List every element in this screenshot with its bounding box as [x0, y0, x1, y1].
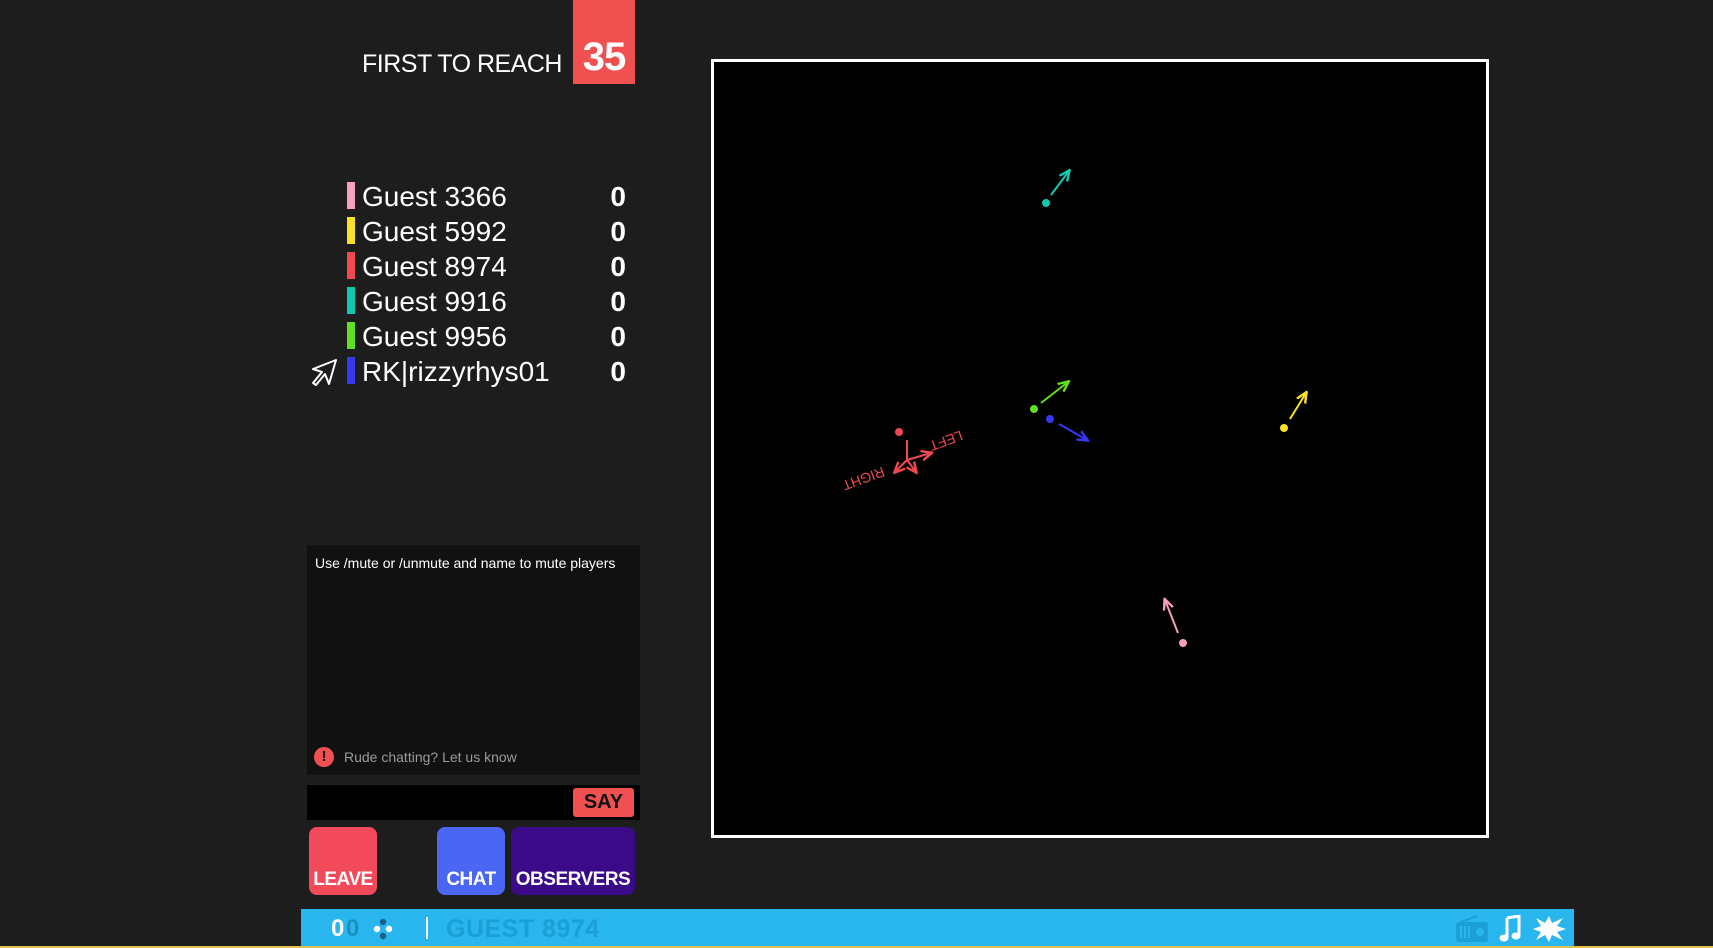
player-name: Guest 3366	[362, 181, 507, 212]
arena-canvas: LEFT RIGHT	[840, 62, 1486, 647]
player-color-swatch	[347, 217, 355, 244]
player-score: 0	[610, 286, 626, 317]
player-score: 0	[610, 251, 626, 282]
player-name: Guest 9956	[362, 321, 507, 352]
player-snake-yellow	[1280, 393, 1306, 432]
current-username: GUEST 8974	[446, 915, 600, 943]
player-row: Guest 9916 0	[306, 285, 636, 320]
player-score: 0	[610, 356, 626, 387]
player-snake-green	[1030, 382, 1068, 413]
control-hint-right: RIGHT	[840, 464, 887, 494]
player-row: Guest 8974 0	[306, 250, 636, 285]
chat-button-label: CHAT	[446, 869, 496, 890]
player-snake-red	[895, 428, 931, 472]
observers-button[interactable]: OBSERVERS	[511, 827, 635, 895]
goal-badge: 35	[573, 0, 635, 84]
player-snake-teal	[1042, 171, 1069, 207]
chat-input[interactable]	[307, 785, 569, 820]
player-row: RK|rizzyrhys01 0	[306, 355, 636, 390]
sound-effects-icon[interactable]	[1531, 915, 1567, 943]
player-row: Guest 9956 0	[306, 320, 636, 355]
control-hint-left: LEFT	[927, 428, 965, 455]
pointer-cursor-icon	[312, 359, 337, 386]
game-arena[interactable]: LEFT RIGHT	[711, 59, 1489, 838]
player-color-swatch	[347, 182, 355, 209]
goal-label: FIRST TO REACH	[362, 50, 562, 78]
player-color-swatch	[347, 357, 355, 384]
player-snake-pink	[1165, 600, 1187, 647]
chat-log[interactable]: Use /mute or /unmute and name to mute pl…	[307, 545, 640, 775]
music-note-icon[interactable]	[1499, 915, 1523, 943]
player-color-swatch	[347, 252, 355, 279]
leave-button-label: LEAVE	[313, 869, 373, 890]
player-name: RK|rizzyrhys01	[362, 356, 550, 387]
player-color-swatch	[347, 287, 355, 314]
alert-icon: !	[314, 747, 334, 767]
radio-icon[interactable]	[1455, 915, 1489, 943]
scoreboard: Guest 3366 0 Guest 5992 0 Guest 8974 0 G…	[306, 180, 636, 390]
player-row: Guest 3366 0	[306, 180, 636, 215]
player-score: 0	[610, 321, 626, 352]
player-row: Guest 5992 0	[306, 215, 636, 250]
counter-primary: 0	[331, 915, 345, 942]
observers-button-label: OBSERVERS	[515, 869, 631, 890]
goal-value: 35	[582, 35, 627, 79]
player-name: Guest 9916	[362, 286, 507, 317]
bottom-status-bar: 0 0 GUEST 8974	[301, 909, 1574, 948]
report-link[interactable]: ! Rude chatting? Let us know	[314, 747, 517, 767]
player-score: 0	[610, 216, 626, 247]
players-icon[interactable]	[373, 918, 393, 940]
chat-button[interactable]: CHAT	[437, 827, 505, 895]
say-button[interactable]: SAY	[573, 788, 634, 817]
player-name: Guest 8974	[362, 251, 507, 282]
player-snake-blue	[1046, 415, 1087, 440]
player-name: Guest 5992	[362, 216, 507, 247]
bar-divider	[426, 917, 428, 939]
player-score: 0	[610, 181, 626, 212]
player-color-swatch	[347, 322, 355, 349]
leave-button[interactable]: LEAVE	[309, 827, 377, 895]
counter-secondary: 0	[346, 915, 360, 942]
chat-input-row: SAY	[307, 785, 640, 820]
chat-system-message: Use /mute or /unmute and name to mute pl…	[315, 555, 616, 571]
report-text[interactable]: Rude chatting? Let us know	[344, 749, 517, 765]
